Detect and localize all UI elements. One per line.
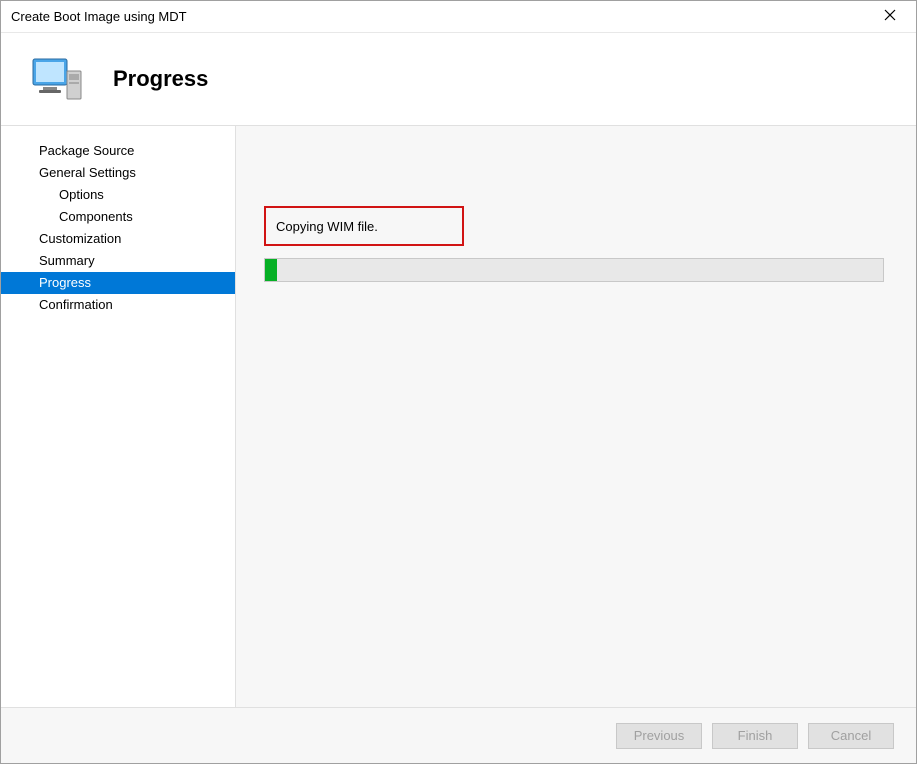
wizard-steps-sidebar: Package Source General Settings Options … bbox=[1, 126, 236, 707]
sidebar-item-confirmation[interactable]: Confirmation bbox=[1, 294, 235, 316]
sidebar-item-summary[interactable]: Summary bbox=[1, 250, 235, 272]
sidebar-item-components[interactable]: Components bbox=[1, 206, 235, 228]
wizard-header: Progress bbox=[1, 33, 916, 126]
page-title: Progress bbox=[113, 66, 208, 92]
window-title: Create Boot Image using MDT bbox=[11, 9, 187, 24]
wizard-content: Copying WIM file. bbox=[236, 126, 916, 707]
progress-bar bbox=[264, 258, 884, 282]
wizard-body: Package Source General Settings Options … bbox=[1, 126, 916, 707]
wizard-footer: Previous Finish Cancel bbox=[1, 707, 916, 763]
sidebar-item-options[interactable]: Options bbox=[1, 184, 235, 206]
computer-icon bbox=[29, 51, 85, 107]
progress-bar-fill bbox=[265, 259, 277, 281]
previous-button[interactable]: Previous bbox=[616, 723, 702, 749]
status-highlight-box: Copying WIM file. bbox=[264, 206, 464, 246]
sidebar-item-package-source[interactable]: Package Source bbox=[1, 140, 235, 162]
sidebar-item-progress[interactable]: Progress bbox=[1, 272, 235, 294]
titlebar: Create Boot Image using MDT bbox=[1, 1, 916, 33]
progress-status-text: Copying WIM file. bbox=[276, 219, 378, 234]
close-button[interactable] bbox=[870, 3, 910, 31]
sidebar-item-general-settings[interactable]: General Settings bbox=[1, 162, 235, 184]
cancel-button[interactable]: Cancel bbox=[808, 723, 894, 749]
wizard-window: Create Boot Image using MDT Progress Pac… bbox=[0, 0, 917, 764]
finish-button[interactable]: Finish bbox=[712, 723, 798, 749]
sidebar-item-customization[interactable]: Customization bbox=[1, 228, 235, 250]
close-icon bbox=[884, 8, 896, 26]
